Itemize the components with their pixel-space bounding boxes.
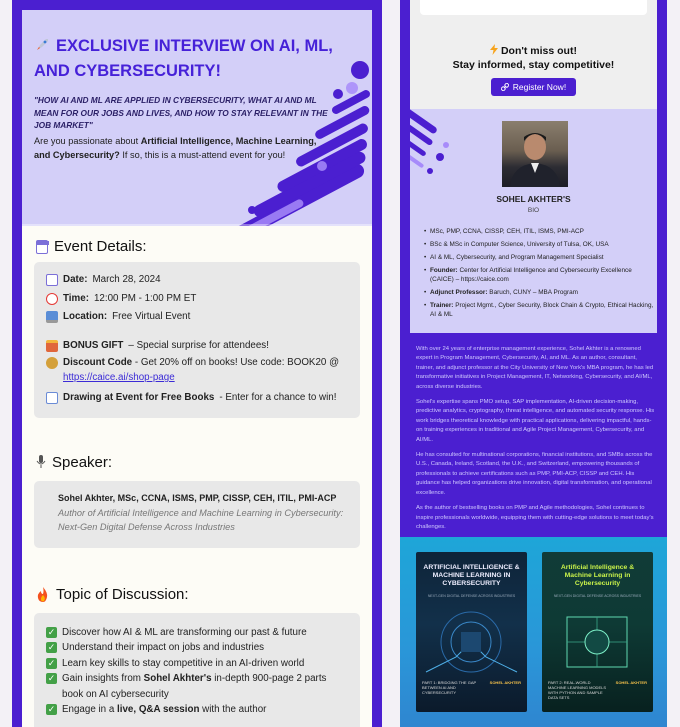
speaker-name: Sohel Akhter, MSc, CCNA, ISMS, PMP, CISS… (58, 492, 337, 503)
topic-item: ✓ Gain insights from Sohel Akhter's in-de… (46, 673, 327, 700)
check-icon: ✓ (46, 704, 57, 715)
cta-panel: Don't miss out! Stay informed, stay comp… (410, 37, 657, 109)
bio-subtitle: BIO (527, 207, 540, 214)
book-author: SOHEL AKHTER (489, 680, 521, 685)
rocket-icon (34, 36, 50, 52)
newsletter-left-content: EXCLUSIVE INTERVIEW ON AI, ML, AND CYBER… (22, 10, 372, 727)
book-tagline: NEXT-GEN DIGITAL DEFENSE ACROSS INDUSTRI… (553, 594, 642, 598)
cta-title: Don't miss out! (410, 44, 657, 57)
fire-icon (36, 586, 50, 602)
list-item: Trainer: Project Mgmt., Cyber Security, … (424, 301, 656, 319)
books-panel: ARTIFICIAL INTELLIGENCE & MACHINE LEARNI… (400, 537, 667, 727)
topic-item: ✓ Engage in a live, Q&A session with the … (46, 704, 267, 715)
splash-corner-graphic (410, 109, 449, 174)
list-item: MSc, PMP, CCNA, CISSP, CEH, ITIL, ISMS, … (424, 227, 656, 236)
event-details-heading: Event Details: (22, 238, 372, 255)
book-cover-part-2[interactable]: Artificial Intelligence & Machine Learni… (542, 552, 653, 712)
bonus-gift: BONUS GIFT – Special surprise for attende… (46, 337, 348, 356)
bio-paragraph: He has consulted for multinational corpo… (416, 452, 653, 496)
link-icon (500, 82, 509, 92)
event-date: Date: March 28, 2024 (46, 271, 348, 290)
alarm-clock-icon (46, 292, 58, 305)
check-icon: ✓ (46, 657, 57, 669)
bio-paragraphs: With over 24 years of enterprise managem… (416, 345, 656, 538)
speaker-card: Sohel Akhter, MSc, CCNA, ISMS, PMP, CISS… (34, 480, 360, 548)
hero-quote: "HOW AI AND ML ARE APPLIED IN CYBERSECUR… (34, 95, 328, 130)
book-title: ARTIFICIAL INTELLIGENCE & MACHINE LEARNI… (423, 564, 520, 587)
list-item: Founder: Center for Artificial Intellige… (424, 266, 656, 284)
event-time: Time: 12:00 PM - 1:00 PM ET (46, 290, 348, 309)
topic-item: ✓ Learn key skills to stay competitive in… (46, 657, 305, 669)
register-now-button[interactable]: Register Now! (490, 78, 577, 96)
book-tagline: NEXT-GEN DIGITAL DEFENSE ACROSS INDUSTRI… (427, 594, 516, 598)
shop-page-link[interactable]: https://caice.ai/shop-page (63, 372, 175, 383)
microphone-icon (36, 455, 46, 469)
bio-paragraph: With over 24 years of enterprise managem… (416, 346, 654, 390)
open-book-icon (46, 392, 58, 405)
bio-name: SOHEL AKHTER'S (496, 194, 571, 204)
speaker-heading: Speaker: (22, 454, 372, 471)
bio-paragraph: Sohel's expertise spans PMO setup, SAP i… (416, 399, 655, 443)
list-item: AI & ML, Cybersecurity, and Program Mana… (424, 253, 656, 262)
book-part-label: PART 1: BRIDGING THE GAP BETWEEN AI AND … (422, 680, 477, 695)
money-bag-icon (46, 357, 58, 369)
event-location: Location: Free Virtual Event (46, 308, 348, 327)
cta-subtitle: Stay informed, stay competitive! (452, 59, 615, 71)
newsletter-right-frame: Don't miss out! Stay informed, stay comp… (400, 0, 667, 727)
book-part-label: PART 2: REAL-WORLD MACHINE LEARNING MODE… (548, 680, 607, 700)
discount-code: Discount Code - Get 20% off on books! Us… (46, 355, 348, 385)
hero-intro: Are you passionate about Artificial Inte… (34, 135, 317, 160)
book-cover-part-1[interactable]: ARTIFICIAL INTELLIGENCE & MACHINE LEARNI… (416, 552, 527, 712)
topic-item: ✓ Understand their impact on jobs and ind… (46, 642, 265, 653)
gift-icon (46, 339, 58, 352)
book-author: SOHEL AKHTER (615, 680, 647, 685)
bio-panel: SOHEL AKHTER'S BIO MSc, PMP, CCNA, CISSP… (410, 109, 657, 333)
bio-paragraph: As the author of bestselling books on PM… (416, 505, 654, 530)
hero-title: EXCLUSIVE INTERVIEW ON AI, ML, AND CYBER… (34, 36, 333, 80)
event-details-card: Date: March 28, 2024 Time: 12:00 PM - 1:00… (34, 262, 360, 418)
laptop-icon (46, 311, 58, 324)
speaker-photo (502, 121, 568, 187)
speaker-role: Author of Artificial Intelligence and Ma… (58, 507, 344, 532)
lightning-icon (490, 44, 499, 55)
calendar-icon (36, 239, 49, 254)
book-title: Artificial Intelligence & Machine Learni… (560, 564, 635, 587)
list-item: BSc & MSc in Computer Science, Universit… (424, 240, 656, 249)
check-icon: ✓ (46, 673, 57, 684)
bio-credentials-list: MSc, PMP, CCNA, CISSP, CEH, ITIL, ISMS, … (424, 227, 656, 323)
hero-banner: EXCLUSIVE INTERVIEW ON AI, ML, AND CYBER… (22, 10, 372, 226)
topic-item: ✓ Discover how AI & ML are transforming o… (46, 626, 307, 638)
calendar-small-icon (46, 274, 58, 287)
check-icon: ✓ (46, 642, 57, 653)
top-card-strip (410, 0, 657, 37)
check-icon: ✓ (46, 626, 57, 638)
newsletter-left-frame: EXCLUSIVE INTERVIEW ON AI, ML, AND CYBER… (12, 0, 382, 727)
book-drawing: Drawing at Event for Free Books - Enter f… (46, 389, 348, 408)
list-item: Adjunct Professor: Baruch, CUNY – MBA Pr… (424, 288, 656, 297)
topics-card: ✓ Discover how AI & ML are transforming o… (34, 612, 360, 727)
topic-heading: Topic of Discussion: (22, 586, 372, 603)
